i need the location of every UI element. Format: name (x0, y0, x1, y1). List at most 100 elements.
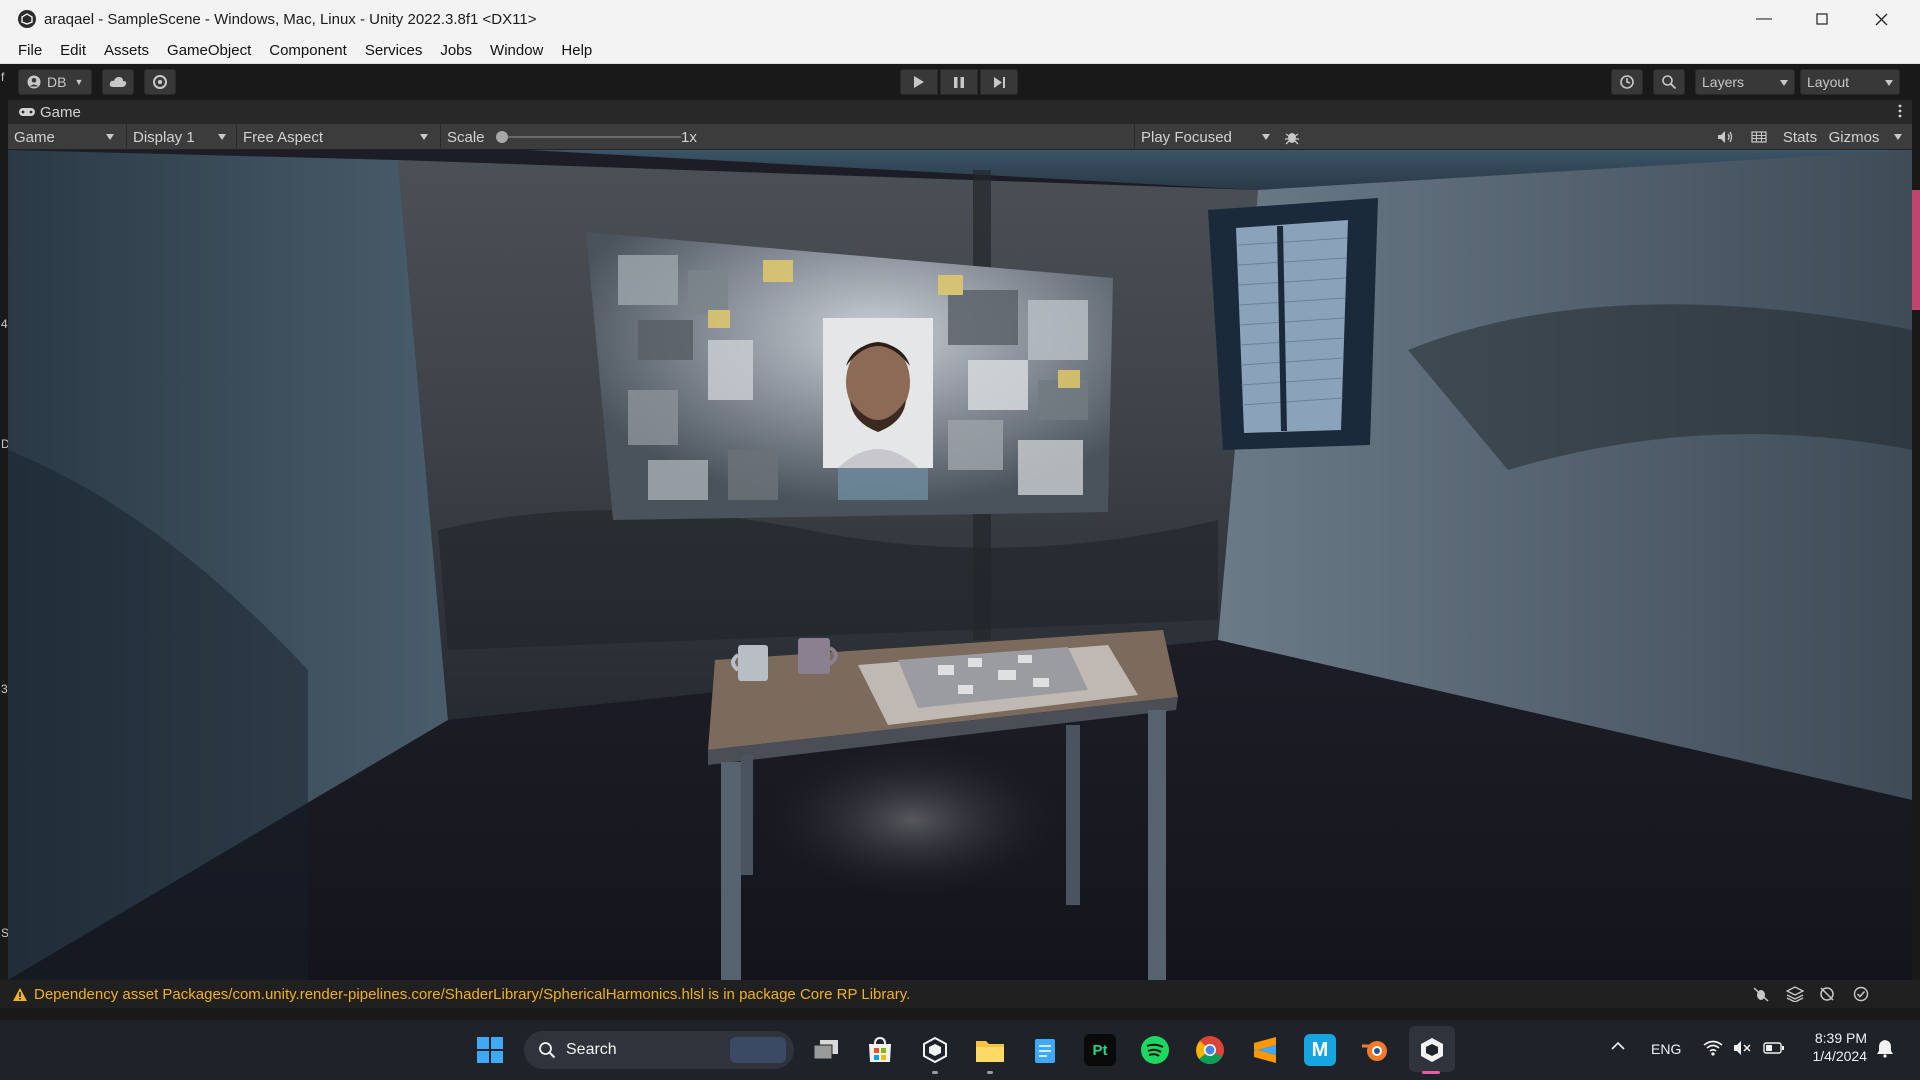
menu-gameobject[interactable]: GameObject (158, 42, 260, 59)
floor-light (768, 745, 1058, 895)
blender-icon[interactable] (1359, 1034, 1391, 1066)
search-button[interactable] (1653, 69, 1685, 95)
maya-icon[interactable]: M (1304, 1034, 1336, 1066)
layers-stack-icon[interactable] (1785, 986, 1805, 1006)
chrome-icon[interactable] (1194, 1034, 1226, 1066)
cloud-icon (109, 77, 127, 87)
check-circle-icon[interactable] (1852, 986, 1870, 1006)
close-icon[interactable] (1852, 0, 1910, 38)
pycharm-icon[interactable]: Pt (1084, 1034, 1116, 1066)
view-label: Game (14, 128, 55, 146)
microsoft-store-icon[interactable] (864, 1034, 896, 1066)
volume-muted-icon[interactable] (1733, 1040, 1753, 1059)
tab-game-label: Game (40, 103, 81, 121)
step-icon (993, 76, 1005, 88)
search-icon (1662, 75, 1677, 90)
windows-start-icon[interactable] (474, 1034, 506, 1066)
audio-mute-button[interactable] (1710, 124, 1740, 150)
taskbar-search-box[interactable]: Search (524, 1031, 794, 1069)
grid-button[interactable] (1744, 124, 1774, 150)
gizmos-label: Gizmos (1828, 128, 1880, 146)
auto-generate-icon[interactable] (1818, 986, 1836, 1006)
side-mark: 4 (1, 317, 8, 331)
notepad-icon[interactable] (1029, 1034, 1061, 1066)
scale-label: Scale (447, 128, 485, 146)
notification-bell-icon[interactable] (1875, 1038, 1895, 1061)
title-bar: araqael - SampleScene - Windows, Mac, Li… (0, 0, 1920, 38)
clock[interactable]: 8:39 PM 1/4/2024 (1805, 1030, 1868, 1064)
scale-slider-track[interactable] (501, 136, 681, 138)
main-toolbar: DB ▼ Layers Layout (0, 64, 1920, 100)
spotify-icon[interactable] (1139, 1034, 1171, 1066)
account-dropdown[interactable]: DB ▼ (18, 69, 92, 95)
pause-button[interactable] (940, 69, 978, 95)
console-warning-message[interactable]: Dependency asset Packages/com.unity.rend… (34, 986, 910, 1003)
decor-strip (1912, 190, 1920, 310)
menu-help[interactable]: Help (552, 42, 601, 59)
grid-icon (1751, 131, 1767, 143)
maximize-icon[interactable] (1793, 0, 1851, 38)
menu-edit[interactable]: Edit (51, 42, 95, 59)
layers-dropdown[interactable]: Layers (1695, 69, 1795, 95)
play-button[interactable] (900, 69, 938, 95)
game-view-toolbar: Game Display 1 Free Aspect Scale 1x Play… (8, 124, 1912, 150)
table-leg (721, 762, 741, 980)
pause-icon (954, 76, 964, 88)
game-viewport[interactable] (8, 150, 1912, 980)
unity-editor-icon[interactable] (1416, 1034, 1448, 1066)
gizmos-dropdown[interactable] (1884, 124, 1908, 150)
scale-value: 1x (681, 128, 697, 146)
tab-game[interactable]: Game (8, 104, 81, 121)
layout-label: Layout (1807, 74, 1850, 90)
windows-taskbar: Search Pt M ENG 8:39 PM 1/4/2024 (0, 1020, 1920, 1080)
unity-hub-icon[interactable] (919, 1034, 951, 1066)
menu-file[interactable]: File (0, 42, 51, 59)
history-button[interactable] (1611, 69, 1643, 95)
layout-dropdown[interactable]: Layout (1800, 69, 1900, 95)
menu-assets[interactable]: Assets (95, 42, 158, 59)
play-icon (914, 76, 924, 88)
aspect-dropdown[interactable]: Free Aspect (236, 124, 434, 150)
step-button[interactable] (980, 69, 1018, 95)
collab-button[interactable] (144, 69, 176, 95)
cloud-button[interactable] (102, 69, 134, 95)
view-dropdown[interactable]: Game (8, 124, 120, 150)
active-indicator (1422, 1071, 1440, 1074)
search-highlight-image (730, 1037, 786, 1063)
language-indicator[interactable]: ENG (1651, 1041, 1681, 1057)
display-dropdown[interactable]: Display 1 (126, 124, 232, 150)
mug (738, 645, 768, 681)
stats-button[interactable]: Stats (1778, 124, 1822, 150)
game-scene-render (8, 150, 1912, 980)
menu-component[interactable]: Component (260, 42, 356, 59)
menu-window[interactable]: Window (481, 42, 552, 59)
battery-icon[interactable] (1763, 1040, 1785, 1059)
debug-icon[interactable] (1752, 986, 1770, 1006)
table-leg (1148, 710, 1166, 980)
wifi-icon[interactable] (1703, 1040, 1723, 1059)
chevron-down-icon: ▼ (74, 77, 84, 87)
file-explorer-icon[interactable] (974, 1034, 1006, 1066)
window-title: araqael - SampleScene - Windows, Mac, Li… (44, 10, 537, 28)
minimize-icon[interactable]: — (1735, 0, 1793, 38)
more-menu-icon[interactable] (1898, 104, 1902, 118)
bug-button[interactable] (1278, 124, 1306, 150)
play-mode-dropdown[interactable]: Play Focused (1134, 124, 1276, 150)
aspect-label: Free Aspect (243, 128, 324, 146)
scale-slider-thumb[interactable] (496, 131, 508, 143)
scale-control: Scale 1x (440, 124, 700, 150)
play-mode-label: Play Focused (1141, 128, 1232, 146)
menu-jobs[interactable]: Jobs (431, 42, 481, 59)
gizmos-button[interactable]: Gizmos (1826, 124, 1882, 150)
menu-bar: File Edit Assets GameObject Component Se… (0, 38, 1920, 64)
tray-overflow-icon[interactable] (1610, 1038, 1626, 1057)
status-bar: Dependency asset Packages/com.unity.rend… (0, 980, 1920, 1008)
task-view-icon[interactable] (810, 1034, 842, 1066)
sublime-icon[interactable] (1249, 1034, 1281, 1066)
clock-time: 8:39 PM (1814, 1030, 1867, 1046)
stats-label: Stats (1782, 128, 1818, 146)
right-panel-edge (1912, 150, 1920, 980)
settings-gear-icon (153, 75, 167, 89)
menu-services[interactable]: Services (356, 42, 432, 59)
table-leg (741, 755, 753, 875)
